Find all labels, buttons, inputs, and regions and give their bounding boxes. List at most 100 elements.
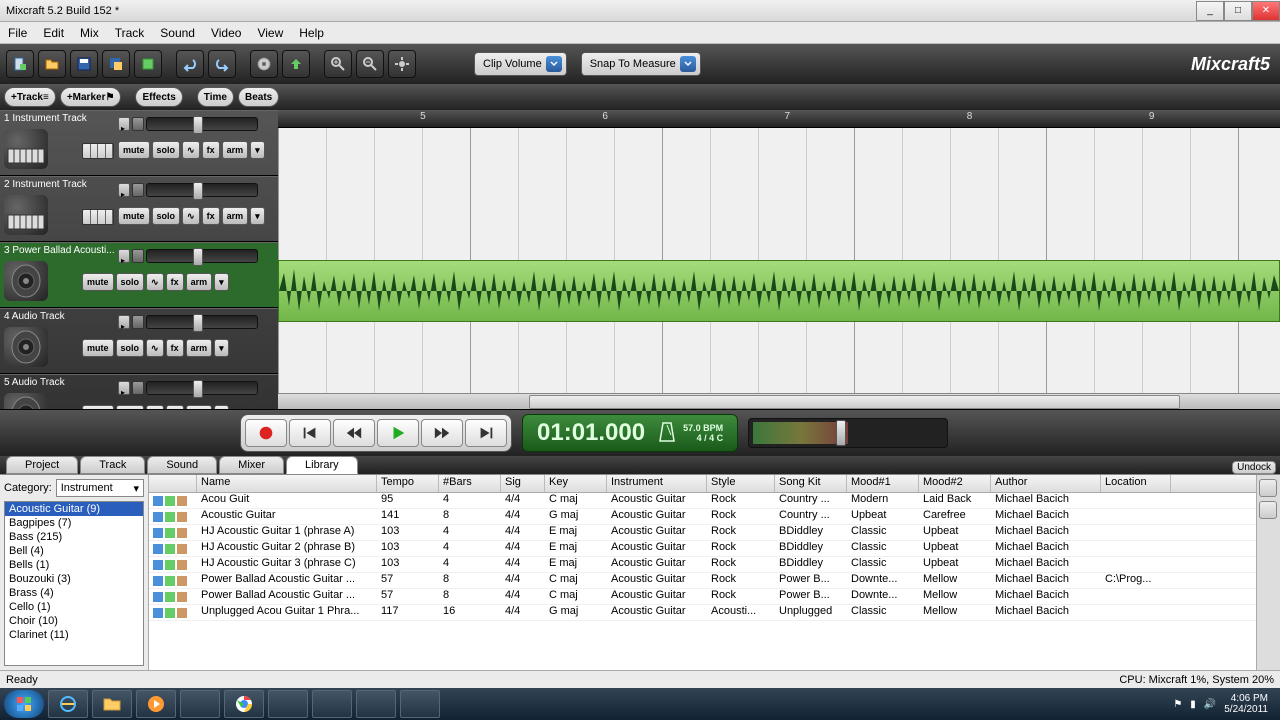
- menu-file[interactable]: File: [0, 23, 35, 43]
- search-icon[interactable]: [1259, 479, 1277, 497]
- column-header[interactable]: Tempo: [377, 475, 439, 492]
- solo-button[interactable]: solo: [116, 273, 145, 291]
- effects-button[interactable]: Effects: [135, 87, 182, 107]
- system-tray[interactable]: ⚑ ▮ 🔊 4:06 PM 5/24/2011: [1173, 693, 1276, 715]
- category-item[interactable]: Bell (4): [5, 544, 143, 558]
- mute-button[interactable]: mute: [118, 141, 150, 159]
- column-header[interactable]: Location: [1101, 475, 1171, 492]
- fx-button[interactable]: fx: [166, 273, 184, 291]
- taskbar-app3-icon[interactable]: [312, 690, 352, 718]
- tray-flag-icon[interactable]: ⚑: [1173, 699, 1182, 710]
- arm-button[interactable]: arm: [186, 405, 213, 409]
- mute-button[interactable]: mute: [82, 339, 114, 357]
- arm-button[interactable]: arm: [222, 207, 249, 225]
- save-icon[interactable]: [70, 50, 98, 78]
- automation-button[interactable]: ∿: [146, 339, 164, 357]
- clip-volume-dropdown[interactable]: Clip Volume: [474, 52, 567, 76]
- solo-button[interactable]: solo: [152, 141, 181, 159]
- track-pan-knob[interactable]: [132, 315, 144, 329]
- taskbar-media-icon[interactable]: [136, 690, 176, 718]
- library-icon[interactable]: [134, 50, 162, 78]
- time-mode-button[interactable]: Time: [197, 87, 234, 107]
- table-row[interactable]: HJ Acoustic Guitar 3 (phrase C)10344/4E …: [149, 557, 1256, 573]
- track-expand-button[interactable]: [118, 381, 130, 395]
- track-volume-slider[interactable]: [146, 381, 258, 395]
- mixdown-icon[interactable]: [282, 50, 310, 78]
- menu-help[interactable]: Help: [291, 23, 332, 43]
- track-pan-knob[interactable]: [132, 381, 144, 395]
- arm-button[interactable]: arm: [186, 339, 213, 357]
- master-volume[interactable]: [748, 418, 948, 448]
- track-volume-slider[interactable]: [146, 117, 258, 131]
- solo-button[interactable]: solo: [116, 339, 145, 357]
- tab-track[interactable]: Track: [80, 456, 145, 474]
- track-menu-button[interactable]: ▾: [250, 141, 265, 159]
- snap-dropdown[interactable]: Snap To Measure: [581, 52, 701, 76]
- taskbar-app4-icon[interactable]: [356, 690, 396, 718]
- category-item[interactable]: Bouzouki (3): [5, 572, 143, 586]
- fast-forward-button[interactable]: [421, 419, 463, 447]
- new-file-icon[interactable]: [6, 50, 34, 78]
- automation-button[interactable]: ∿: [182, 207, 200, 225]
- track-header[interactable]: 3 Power Ballad Acousti... mute solo ∿ fx…: [0, 242, 278, 308]
- column-header[interactable]: Key: [545, 475, 607, 492]
- timeline-ruler[interactable]: 56789: [278, 110, 1280, 128]
- burn-cd-icon[interactable]: [250, 50, 278, 78]
- table-row[interactable]: Unplugged Acou Guitar 1 Phra...117164/4G…: [149, 605, 1256, 621]
- record-button[interactable]: [245, 419, 287, 447]
- fx-button[interactable]: fx: [202, 141, 220, 159]
- scrollbar-thumb[interactable]: [529, 395, 1180, 409]
- menu-track[interactable]: Track: [107, 23, 153, 43]
- taskbar-app2-icon[interactable]: [268, 690, 308, 718]
- zoom-out-icon[interactable]: [356, 50, 384, 78]
- table-row[interactable]: HJ Acoustic Guitar 1 (phrase A)10344/4E …: [149, 525, 1256, 541]
- redo-icon[interactable]: [208, 50, 236, 78]
- add-marker-button[interactable]: +Marker⚑: [60, 87, 122, 107]
- category-item[interactable]: Brass (4): [5, 586, 143, 600]
- solo-button[interactable]: solo: [116, 405, 145, 409]
- category-item[interactable]: Acoustic Guitar (9): [5, 502, 143, 516]
- menu-video[interactable]: Video: [203, 23, 249, 43]
- titlebar[interactable]: Mixcraft 5.2 Build 152 * _ □ ✕: [0, 0, 1280, 22]
- mute-button[interactable]: mute: [82, 405, 114, 409]
- automation-button[interactable]: ∿: [146, 273, 164, 291]
- maximize-button[interactable]: □: [1224, 1, 1252, 21]
- taskbar-app-icon[interactable]: [180, 690, 220, 718]
- tray-network-icon[interactable]: ▮: [1190, 699, 1196, 710]
- open-file-icon[interactable]: [38, 50, 66, 78]
- menu-mix[interactable]: Mix: [72, 23, 107, 43]
- automation-button[interactable]: ∿: [146, 405, 164, 409]
- taskbar-chrome-icon[interactable]: [224, 690, 264, 718]
- category-item[interactable]: Cello (1): [5, 600, 143, 614]
- arm-button[interactable]: arm: [186, 273, 213, 291]
- fx-button[interactable]: fx: [166, 405, 184, 409]
- taskbar-mixcraft-icon[interactable]: [400, 690, 440, 718]
- track-header[interactable]: 2 Instrument Track mute solo ∿ fx arm ▾: [0, 176, 278, 242]
- fx-button[interactable]: fx: [166, 339, 184, 357]
- table-row[interactable]: Acoustic Guitar14184/4G majAcoustic Guit…: [149, 509, 1256, 525]
- column-header[interactable]: Style: [707, 475, 775, 492]
- tab-mixer[interactable]: Mixer: [219, 456, 284, 474]
- undock-button[interactable]: Undock: [1232, 461, 1276, 474]
- mute-button[interactable]: mute: [118, 207, 150, 225]
- track-pan-knob[interactable]: [132, 249, 144, 263]
- table-body[interactable]: Acou Guit9544/4C majAcoustic GuitarRockC…: [149, 493, 1256, 670]
- tray-volume-icon[interactable]: 🔊: [1204, 699, 1216, 710]
- undo-icon[interactable]: [176, 50, 204, 78]
- column-header[interactable]: Name: [197, 475, 377, 492]
- taskbar-explorer-icon[interactable]: [92, 690, 132, 718]
- menu-edit[interactable]: Edit: [35, 23, 72, 43]
- forward-end-button[interactable]: [465, 419, 507, 447]
- tab-sound[interactable]: Sound: [147, 456, 217, 474]
- piano-roll-button[interactable]: [82, 143, 114, 159]
- track-header[interactable]: 5 Audio Track mute solo ∿ fx arm ▾: [0, 374, 278, 409]
- category-list[interactable]: Acoustic Guitar (9)Bagpipes (7)Bass (215…: [4, 501, 144, 666]
- column-header[interactable]: Mood#2: [919, 475, 991, 492]
- category-item[interactable]: Bagpipes (7): [5, 516, 143, 530]
- menu-sound[interactable]: Sound: [152, 23, 203, 43]
- track-expand-button[interactable]: [118, 249, 130, 263]
- column-header[interactable]: Instrument: [607, 475, 707, 492]
- category-item[interactable]: Clarinet (11): [5, 628, 143, 642]
- category-item[interactable]: Bass (215): [5, 530, 143, 544]
- fx-button[interactable]: fx: [202, 207, 220, 225]
